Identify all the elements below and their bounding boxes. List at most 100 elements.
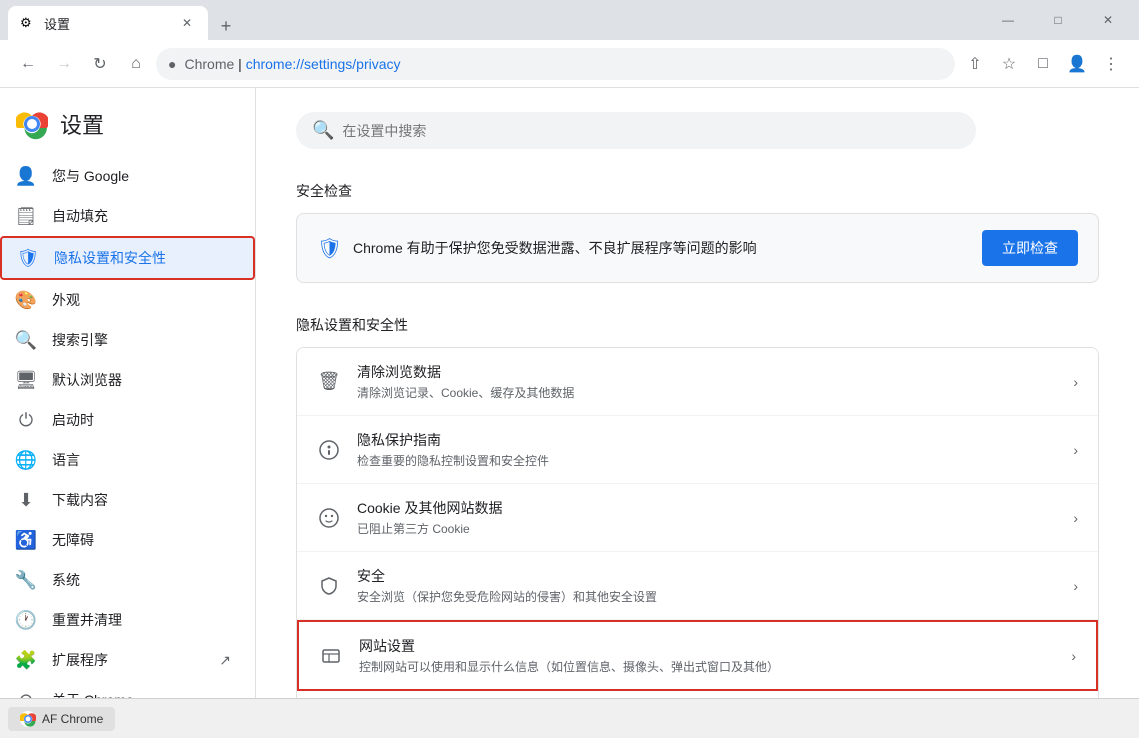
language-icon: 🌐 bbox=[16, 450, 36, 470]
sidebar-item-privacy[interactable]: 🛡 隐私设置和安全性 bbox=[0, 236, 255, 280]
bookmark-button[interactable]: ☆ bbox=[993, 48, 1025, 80]
sidebar-label-extensions: 扩展程序 bbox=[52, 650, 108, 670]
cookies-subtitle: 已阻止第三方 Cookie bbox=[357, 520, 1057, 537]
cookies-item[interactable]: Cookie 及其他网站数据 已阻止第三方 Cookie › bbox=[297, 484, 1098, 552]
taskbar-label: AF Chrome bbox=[42, 712, 103, 726]
sidebar-label-appearance: 外观 bbox=[52, 290, 80, 310]
back-button[interactable]: ← bbox=[12, 48, 44, 80]
sidebar-label-startup: 启动时 bbox=[52, 410, 94, 430]
clear-browsing-title: 清除浏览数据 bbox=[357, 362, 1057, 382]
site-settings-subtitle: 控制网站可以使用和显示什么信息（如位置信息、摄像头、弹出式窗口及其他） bbox=[359, 658, 1055, 675]
clear-browsing-item[interactable]: 🗑 清除浏览数据 清除浏览记录、Cookie、缓存及其他数据 › bbox=[297, 348, 1098, 416]
address-bar[interactable]: ● Chrome | chrome://settings/privacy bbox=[156, 48, 955, 80]
search-icon: 🔍 bbox=[312, 120, 334, 141]
close-button[interactable]: ✕ bbox=[1085, 4, 1131, 36]
main-panel: 🔍 安全检查 🛡 Chrome 有助于保护您免受数据泄露、不良扩展程序等问题的影… bbox=[256, 88, 1139, 698]
split-view-button[interactable]: □ bbox=[1027, 48, 1059, 80]
privacy-guide-subtitle: 检查重要的隐私控制设置和安全控件 bbox=[357, 452, 1057, 469]
tab-bar: ⚙ 设置 ✕ + bbox=[8, 0, 985, 40]
search-input[interactable] bbox=[342, 123, 960, 139]
site-settings-arrow: › bbox=[1071, 648, 1076, 664]
active-tab[interactable]: ⚙ 设置 ✕ bbox=[8, 6, 208, 40]
sidebar-label-autofill: 自动填充 bbox=[52, 206, 108, 226]
minimize-button[interactable]: — bbox=[985, 4, 1031, 36]
url-display: Chrome | chrome://settings/privacy bbox=[184, 56, 400, 72]
sidebar-item-about[interactable]: ⊙ 关于 Chrome bbox=[0, 680, 247, 698]
nav-actions: ⇧ ☆ □ 👤 ⋮ bbox=[959, 48, 1127, 80]
extensions-external-icon: ↗ bbox=[219, 652, 231, 669]
sidebar: 设置 👤 您与 Google 🗒 自动填充 🛡 隐私设置和安全性 🎨 外观 🔍 bbox=[0, 88, 256, 698]
appearance-icon: 🎨 bbox=[16, 290, 36, 310]
sidebar-item-search[interactable]: 🔍 搜索引擎 bbox=[0, 320, 247, 360]
account-button[interactable]: 👤 bbox=[1061, 48, 1093, 80]
share-button[interactable]: ⇧ bbox=[959, 48, 991, 80]
safety-check-banner: 🛡 Chrome 有助于保护您免受数据泄露、不良扩展程序等问题的影响 立即检查 bbox=[296, 213, 1099, 283]
safety-check-description: Chrome 有助于保护您免受数据泄露、不良扩展程序等问题的影响 bbox=[353, 238, 970, 258]
menu-button[interactable]: ⋮ bbox=[1095, 48, 1127, 80]
sidebar-item-google[interactable]: 👤 您与 Google bbox=[0, 156, 247, 196]
clear-browsing-subtitle: 清除浏览记录、Cookie、缓存及其他数据 bbox=[357, 384, 1057, 401]
sidebar-item-extensions[interactable]: 🧩 扩展程序 ↗ bbox=[0, 640, 247, 680]
sidebar-title: 设置 bbox=[60, 108, 104, 140]
privacy-guide-icon bbox=[317, 438, 341, 462]
extensions-icon: 🧩 bbox=[16, 650, 36, 670]
taskbar: AF Chrome bbox=[0, 698, 1139, 738]
reload-button[interactable]: ↻ bbox=[84, 48, 116, 80]
sidebar-label-language: 语言 bbox=[52, 450, 80, 470]
clear-browsing-arrow: › bbox=[1073, 374, 1078, 390]
site-settings-icon bbox=[319, 644, 343, 668]
cookies-icon bbox=[317, 506, 341, 530]
forward-button[interactable]: → bbox=[48, 48, 80, 80]
privacy-guide-content: 隐私保护指南 检查重要的隐私控制设置和安全控件 bbox=[357, 430, 1057, 469]
google-icon: 👤 bbox=[16, 166, 36, 186]
home-button[interactable]: ⌂ bbox=[120, 48, 152, 80]
tab-title: 设置 bbox=[44, 14, 170, 33]
maximize-button[interactable]: □ bbox=[1035, 4, 1081, 36]
sidebar-item-accessibility[interactable]: ♿ 无障碍 bbox=[0, 520, 247, 560]
window-controls: — □ ✕ bbox=[985, 4, 1131, 36]
trash-icon: 🗑 bbox=[317, 370, 341, 394]
safety-shield-icon: 🛡 bbox=[317, 236, 341, 260]
sidebar-item-language[interactable]: 🌐 语言 bbox=[0, 440, 247, 480]
sidebar-item-browser[interactable]: 🖥 默认浏览器 bbox=[0, 360, 247, 400]
tab-close-button[interactable]: ✕ bbox=[178, 14, 196, 32]
cookies-arrow: › bbox=[1073, 510, 1078, 526]
safety-check-title: 安全检查 bbox=[296, 181, 1099, 201]
security-content: 安全 安全浏览（保护您免受危险网站的侵害）和其他安全设置 bbox=[357, 566, 1057, 605]
privacy-guide-item[interactable]: 隐私保护指南 检查重要的隐私控制设置和安全控件 › bbox=[297, 416, 1098, 484]
cookies-content: Cookie 及其他网站数据 已阻止第三方 Cookie bbox=[357, 498, 1057, 537]
sidebar-item-autofill[interactable]: 🗒 自动填充 bbox=[0, 196, 247, 236]
sidebar-label-google: 您与 Google bbox=[52, 166, 129, 186]
new-tab-button[interactable]: + bbox=[212, 12, 240, 40]
privacy-icon: 🛡 bbox=[18, 248, 38, 268]
privacy-sandbox-item[interactable]: 隐私沙盒 试用版功能已开启 ↗ bbox=[297, 691, 1098, 698]
autofill-icon: 🗒 bbox=[16, 206, 36, 226]
privacy-section-title: 隐私设置和安全性 bbox=[296, 315, 1099, 335]
download-icon: ⬇ bbox=[16, 490, 36, 510]
safety-check-button[interactable]: 立即检查 bbox=[982, 230, 1078, 266]
security-shield-icon bbox=[317, 574, 341, 598]
tab-favicon: ⚙ bbox=[20, 15, 36, 31]
sidebar-item-startup[interactable]: ⏻ 启动时 bbox=[0, 400, 247, 440]
sidebar-item-download[interactable]: ⬇ 下载内容 bbox=[0, 480, 247, 520]
sidebar-item-system[interactable]: 🔧 系统 bbox=[0, 560, 247, 600]
site-settings-item[interactable]: 网站设置 控制网站可以使用和显示什么信息（如位置信息、摄像头、弹出式窗口及其他）… bbox=[297, 620, 1098, 691]
sidebar-label-about: 关于 Chrome bbox=[52, 690, 134, 698]
browser-frame: ⚙ 设置 ✕ + — □ ✕ ← → ↻ ⌂ ● Chrome | chrome… bbox=[0, 0, 1139, 738]
system-icon: 🔧 bbox=[16, 570, 36, 590]
title-bar: ⚙ 设置 ✕ + — □ ✕ bbox=[0, 0, 1139, 40]
lock-icon: ● bbox=[168, 56, 176, 72]
search-bar[interactable]: 🔍 bbox=[296, 112, 976, 149]
sidebar-label-download: 下载内容 bbox=[52, 490, 108, 510]
sidebar-label-reset: 重置并清理 bbox=[52, 610, 122, 630]
chrome-logo bbox=[16, 108, 48, 140]
search-engine-icon: 🔍 bbox=[16, 330, 36, 350]
privacy-guide-arrow: › bbox=[1073, 442, 1078, 458]
cookies-title: Cookie 及其他网站数据 bbox=[357, 498, 1057, 518]
taskbar-chrome-item[interactable]: AF Chrome bbox=[8, 707, 115, 731]
sidebar-item-appearance[interactable]: 🎨 外观 bbox=[0, 280, 247, 320]
security-title: 安全 bbox=[357, 566, 1057, 586]
reset-icon: 🕐 bbox=[16, 610, 36, 630]
sidebar-item-reset[interactable]: 🕐 重置并清理 bbox=[0, 600, 247, 640]
security-item[interactable]: 安全 安全浏览（保护您免受危险网站的侵害）和其他安全设置 › bbox=[297, 552, 1098, 620]
